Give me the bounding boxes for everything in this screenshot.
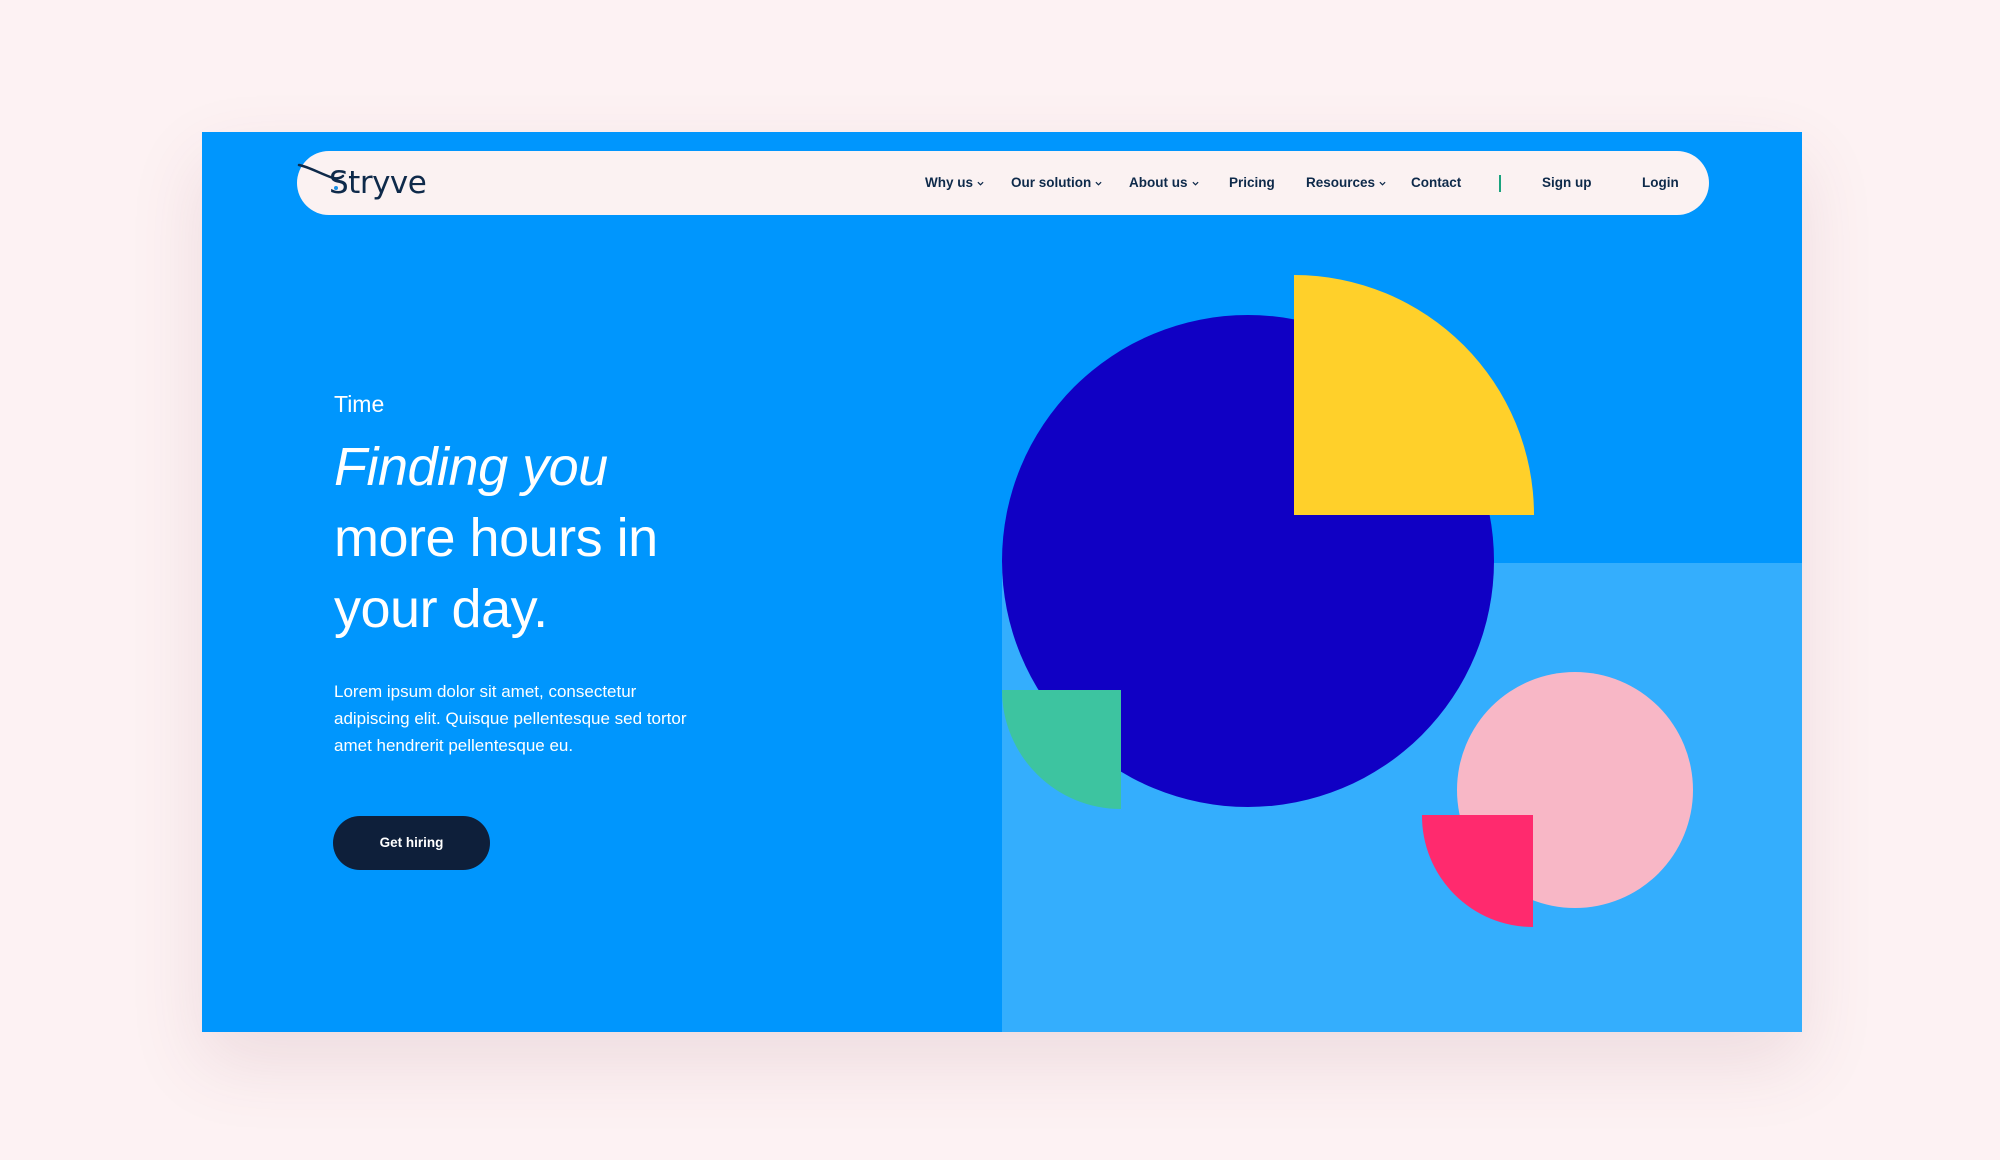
chevron-down-icon — [1095, 181, 1102, 186]
chevron-down-icon — [1379, 181, 1386, 186]
nav-item-about-us[interactable]: About us — [1129, 173, 1199, 193]
nav-item-why-us[interactable]: Why us — [925, 173, 984, 193]
nav-item-pricing[interactable]: Pricing — [1229, 173, 1275, 193]
chevron-down-icon — [977, 181, 984, 186]
nav-item-label: Why us — [925, 175, 974, 190]
teal-quarter-shape — [1002, 690, 1121, 809]
nav-item-resources[interactable]: Resources — [1306, 173, 1386, 193]
hero-eyebrow: Time — [334, 391, 385, 417]
yellow-quarter-shape — [1294, 275, 1534, 515]
nav-item-label: Pricing — [1229, 175, 1275, 190]
hero-frame: Stryve Why us Our solution About us Pric… — [202, 132, 1802, 1032]
headline-italic: Finding you — [334, 437, 608, 497]
login-label: Login — [1642, 175, 1679, 190]
nav-item-label: Resources — [1306, 175, 1376, 190]
headline-line-2: more hours in — [334, 508, 658, 568]
navbar: Stryve Why us Our solution About us Pric… — [297, 151, 1709, 215]
nav-item-our-solution[interactable]: Our solution — [1011, 173, 1102, 193]
nav-links: Why us Our solution About us Pricing Res… — [297, 151, 1709, 215]
headline-line-3: your day. — [334, 579, 548, 639]
get-hiring-button[interactable]: Get hiring — [333, 816, 490, 870]
signup-link[interactable]: Sign up — [1542, 173, 1592, 193]
nav-item-label: Contact — [1411, 175, 1462, 190]
hero-headline: Finding you more hours in your day. — [334, 432, 834, 645]
nav-item-contact[interactable]: Contact — [1411, 173, 1461, 193]
hot-pink-quarter-shape — [1421, 815, 1533, 927]
nav-item-label: About us — [1129, 175, 1188, 190]
nav-item-label: Our solution — [1011, 175, 1092, 190]
hero-body-text: Lorem ipsum dolor sit amet, consectetur … — [334, 682, 687, 755]
nav-divider — [1499, 175, 1501, 192]
chevron-down-icon — [1191, 181, 1199, 186]
signup-label: Sign up — [1542, 175, 1592, 190]
login-link[interactable]: Login — [1642, 173, 1679, 193]
